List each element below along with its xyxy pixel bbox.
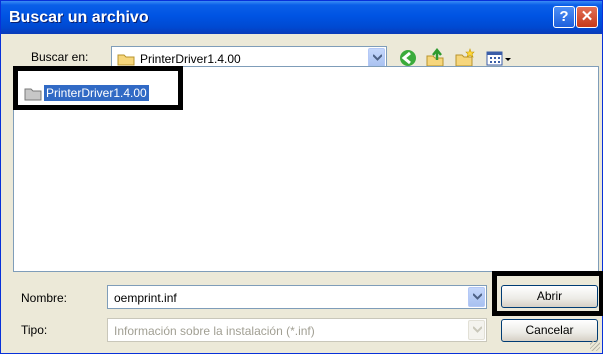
filetype-label: Tipo: <box>21 323 48 337</box>
filename-value: oemprint.inf <box>114 291 177 305</box>
filetype-dropdown[interactable]: Información sobre la instalación (*.inf) <box>107 318 487 342</box>
window-title: Buscar un archivo <box>9 9 149 26</box>
highlight-box-folder <box>13 66 183 110</box>
resize-grip-icon[interactable] <box>590 341 600 351</box>
filename-input[interactable]: oemprint.inf <box>107 285 487 309</box>
filetype-dropdown-button[interactable] <box>468 320 485 340</box>
filetype-value: Información sobre la instalación (*.inf) <box>114 324 315 338</box>
chevron-down-icon <box>473 293 482 300</box>
chevron-down-icon <box>473 326 482 333</box>
help-button[interactable]: ? <box>553 6 575 28</box>
file-dialog-window: Buscar un archivo ? ✕ Buscar en: Printer… <box>0 0 603 354</box>
close-button[interactable]: ✕ <box>576 6 598 28</box>
look-in-dropdown-button[interactable] <box>368 48 385 68</box>
look-in-value: PrinterDriver1.4.00 <box>140 52 241 66</box>
filename-dropdown-button[interactable] <box>468 287 485 307</box>
title-bar[interactable]: Buscar un archivo ? ✕ <box>1 1 602 34</box>
cancel-button[interactable]: Cancelar <box>501 319 598 342</box>
highlight-box-open <box>492 271 603 316</box>
filename-label: Nombre: <box>21 291 68 305</box>
look-in-label: Buscar en: <box>31 50 89 64</box>
chevron-down-icon <box>373 54 382 61</box>
